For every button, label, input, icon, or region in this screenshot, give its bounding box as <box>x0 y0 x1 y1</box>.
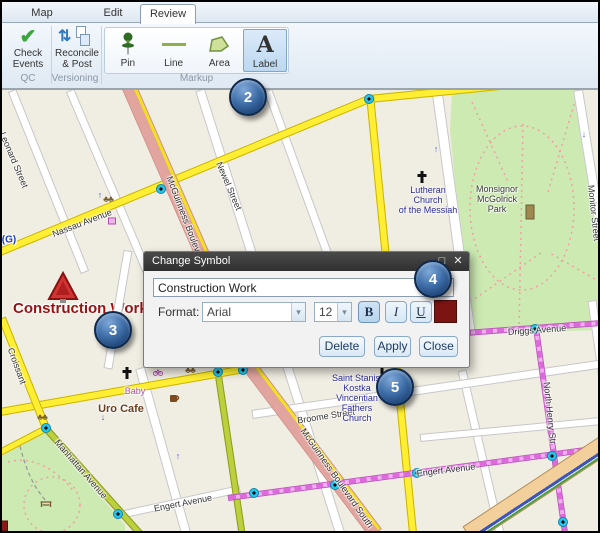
format-label: Format: <box>158 305 199 319</box>
construction-marker <box>49 273 77 303</box>
font-size-value: 12 <box>315 303 336 321</box>
shop-basket-icon <box>108 218 116 225</box>
group-label-versioning: Versioning <box>49 73 101 84</box>
font-family-select[interactable]: Arial ▾ <box>202 302 306 322</box>
tab-edit[interactable]: Edit <box>88 4 138 23</box>
markup-group: PinLineAreaA Label <box>104 27 289 74</box>
group-label-markup: Markup <box>104 73 289 84</box>
route-vertex-dot[interactable] <box>156 184 166 194</box>
reconcile-post-button[interactable]: ⇅ Reconcile & Post <box>54 26 100 72</box>
oneway-arrow-icon: ↓ <box>101 407 106 425</box>
close-button[interactable]: Close <box>419 336 458 357</box>
delete-button[interactable]: Delete <box>319 336 365 357</box>
ribbon: Map EditReview ✔ Check Events QC ⇅ Reconc… <box>2 2 598 90</box>
route-vertex-dot[interactable] <box>213 367 223 377</box>
callout-badge-2: 2 <box>229 78 267 116</box>
route-vertex-dot[interactable] <box>558 517 568 527</box>
underline-button[interactable]: U <box>410 301 432 323</box>
font-size-select[interactable]: 12 ▾ <box>314 302 352 322</box>
check-events-button[interactable]: ✔ Check Events <box>6 26 50 72</box>
line-icon <box>152 32 196 56</box>
route-vertex-dot[interactable] <box>249 488 259 498</box>
symbol-text-input[interactable]: Construction Work <box>153 278 454 297</box>
callout-badge-3: 3 <box>94 311 132 349</box>
markup-button-label: Pin <box>106 58 150 69</box>
route-vertex-dot[interactable] <box>364 94 374 104</box>
label-icon: A <box>244 33 286 57</box>
check-events-label-2: Events <box>6 59 50 70</box>
map-multiline-label: Saint StanislKostkaVincentianFathersChur… <box>332 373 382 423</box>
callout-badge-4: 4 <box>414 260 452 298</box>
building-icon <box>2 521 8 532</box>
route-vertex-dot[interactable] <box>113 509 123 519</box>
markup-button-label[interactable]: A Label <box>243 29 287 72</box>
trees-icon: ♣♣ <box>103 189 113 207</box>
oneway-arrow-icon: ↓ <box>582 124 587 142</box>
map-multiline-label: LutheranChurchof the Messiah <box>399 185 458 215</box>
check-events-label-1: Check <box>6 48 50 59</box>
markup-button-label: Label <box>244 59 286 70</box>
ribbon-tab-row: Map EditReview <box>2 2 598 23</box>
map-label: (G) <box>2 235 16 246</box>
bench-icon <box>40 495 53 513</box>
apply-button[interactable]: Apply <box>374 336 411 357</box>
tab-map[interactable]: Map <box>16 4 68 23</box>
oneway-arrow-icon: ↑ <box>98 185 103 203</box>
color-swatch[interactable] <box>434 300 457 323</box>
construction-work-label[interactable]: Construction Work <box>13 300 148 317</box>
map-label: Engert Avenue <box>416 461 476 478</box>
area-icon <box>198 32 242 56</box>
group-separator <box>101 26 102 84</box>
close-icon[interactable]: ✕ <box>451 254 465 268</box>
italic-button[interactable]: I <box>385 301 407 323</box>
tab-review[interactable]: Review <box>140 4 196 24</box>
bold-button[interactable]: B <box>358 301 380 323</box>
map-label: North Henry Str <box>542 381 558 444</box>
markup-button-label: Area <box>198 58 242 69</box>
reconcile-icon: ⇅ <box>54 26 100 48</box>
route-vertex-dot[interactable] <box>547 451 557 461</box>
cafe-cup-icon <box>169 390 181 408</box>
trees-icon: ♣♣ <box>37 407 47 425</box>
markup-button-pin[interactable]: Pin <box>106 29 150 72</box>
road-white <box>588 299 598 531</box>
church-cross-icon <box>421 171 424 183</box>
dialog-title: Change Symbol <box>152 255 230 267</box>
reconcile-label-2: & Post <box>54 59 100 70</box>
road-white <box>420 416 598 442</box>
park-building-icon <box>526 205 535 220</box>
group-label-qc: QC <box>8 73 48 84</box>
map-label: Baby <box>125 386 146 396</box>
reconcile-label-1: Reconcile <box>54 48 100 59</box>
road-olive <box>215 371 246 531</box>
church-cross-icon <box>126 367 129 379</box>
markup-button-label: Line <box>152 58 196 69</box>
oneway-arrow-icon: ↑ <box>176 446 181 464</box>
check-icon: ✔ <box>20 26 37 48</box>
font-family-value: Arial <box>203 303 235 321</box>
chevron-down-icon[interactable]: ▾ <box>337 303 351 321</box>
map-multiline-label: MonsignorMcGolrickPark <box>476 184 518 214</box>
markup-button-line[interactable]: Line <box>152 29 196 72</box>
markup-button-area[interactable]: Area <box>198 29 242 72</box>
chevron-down-icon[interactable]: ▾ <box>291 303 305 321</box>
pin-icon <box>106 32 150 56</box>
callout-badge-5: 5 <box>376 368 414 406</box>
oneway-arrow-icon: ↑ <box>434 139 439 157</box>
application-window: Map EditReview ✔ Check Events QC ⇅ Reconc… <box>0 0 600 533</box>
